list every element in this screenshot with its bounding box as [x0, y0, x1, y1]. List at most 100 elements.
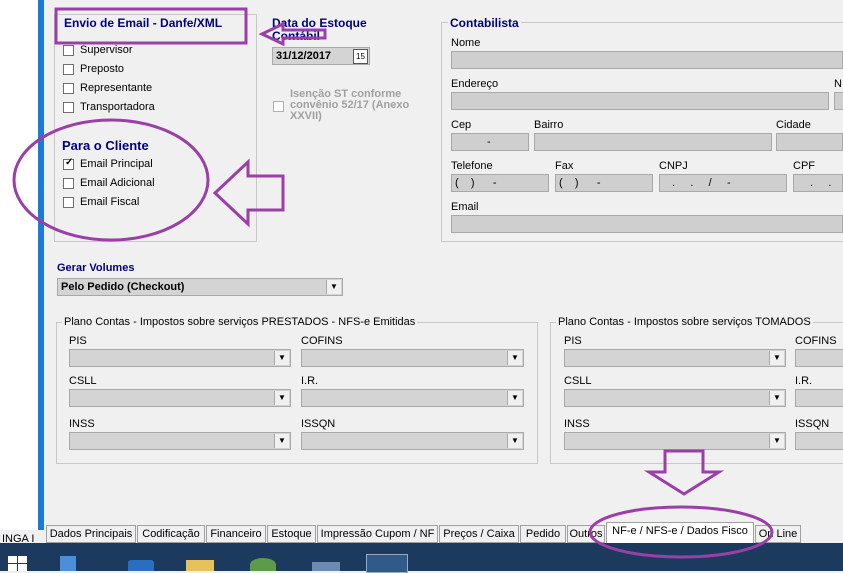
cep-mask: -	[487, 136, 491, 148]
prestados-pis-label: PIS	[69, 335, 87, 347]
telefone-label: Telefone	[451, 160, 493, 172]
tomados-inss-select[interactable]: ▼	[564, 432, 786, 450]
fax-label: Fax	[555, 160, 574, 172]
prestados-issqn-select[interactable]: ▼	[301, 432, 524, 450]
window-icon[interactable]	[312, 562, 340, 571]
endereco-field[interactable]	[451, 92, 829, 110]
tomados-ir-label: I.R.	[795, 375, 813, 387]
app-ts-icon[interactable]	[366, 554, 408, 573]
supervisor-checkbox[interactable]	[63, 45, 74, 56]
isencao-checkbox[interactable]	[273, 101, 284, 112]
estoque-date-value: 31/12/2017	[276, 50, 332, 62]
prestados-cofins-label: COFINS	[301, 335, 343, 347]
tab-outros[interactable]: Outros	[567, 525, 605, 543]
bairro-label: Bairro	[534, 119, 564, 131]
chevron-down-icon[interactable]: ▼	[507, 351, 522, 365]
email-field[interactable]	[451, 215, 843, 233]
calendar-icon[interactable]: 15	[353, 49, 368, 64]
tab-financeiro[interactable]: Financeiro	[206, 525, 266, 543]
representante-label: Representante	[80, 82, 153, 94]
tomados-inss-label: INSS	[564, 418, 590, 430]
prestados-cofins-select[interactable]: ▼	[301, 349, 524, 367]
bairro-field[interactable]	[534, 133, 772, 151]
chevron-down-icon[interactable]: ▼	[326, 280, 341, 294]
prestados-inss-label: INSS	[69, 418, 95, 430]
tab-online[interactable]: On Line	[755, 525, 801, 543]
nome-label: Nome	[451, 37, 481, 49]
taskbar-app-icon[interactable]	[60, 556, 76, 571]
estoque-label: Data do Estoque Contábil	[272, 16, 367, 43]
windows-start-icon[interactable]	[8, 556, 28, 571]
chevron-down-icon[interactable]: ▼	[769, 351, 784, 365]
numero-field[interactable]	[834, 92, 843, 110]
chevron-down-icon[interactable]: ▼	[769, 391, 784, 405]
tab-impressao-cupom[interactable]: Impressão Cupom / NF	[317, 525, 438, 543]
envio-email-title: Envio de Email - Danfe/XML	[62, 16, 225, 30]
email-adicional-checkbox[interactable]	[63, 178, 74, 189]
chevron-down-icon[interactable]: ▼	[274, 391, 289, 405]
representante-checkbox[interactable]	[63, 83, 74, 94]
chevron-down-icon[interactable]: ▼	[507, 391, 522, 405]
tab-nfe-dados-fisco[interactable]: NF-e / NFS-e / Dados Fisco	[606, 522, 754, 543]
transportadora-checkbox[interactable]	[63, 102, 74, 113]
email-adicional-label: Email Adicional	[80, 177, 155, 189]
email-fiscal-checkbox[interactable]	[63, 197, 74, 208]
tomados-pis-label: PIS	[564, 335, 582, 347]
email-principal-checkbox[interactable]	[63, 157, 74, 170]
isencao-label: Isenção ST conforme convênio 52/17 (Anex…	[290, 88, 410, 122]
nome-field[interactable]	[451, 51, 843, 69]
estoque-date-field[interactable]: 31/12/2017 15	[272, 47, 370, 65]
contabilista-title: Contabilista	[448, 16, 521, 30]
network-icon[interactable]	[250, 558, 276, 571]
numero-label: N	[834, 78, 842, 90]
tab-estoque[interactable]: Estoque	[267, 525, 316, 543]
left-strip: INGA I	[0, 0, 38, 545]
tomados-ir-select[interactable]	[795, 389, 843, 407]
preposto-checkbox[interactable]	[63, 64, 74, 75]
nfe-panel: Envio de Email - Danfe/XML Supervisor Pr…	[44, 0, 843, 522]
tab-pedido[interactable]: Pedido	[520, 525, 566, 543]
cnpj-mask: . . / -	[672, 177, 731, 189]
tab-codificacao[interactable]: Codificação	[137, 525, 205, 543]
tomados-cofins-select[interactable]	[795, 349, 843, 367]
prestados-csll-select[interactable]: ▼	[69, 389, 291, 407]
cpf-field[interactable]: . . -	[793, 174, 843, 192]
tomados-issqn-select[interactable]	[795, 432, 843, 450]
fax-field[interactable]: ( ) -	[555, 174, 653, 192]
prestados-csll-label: CSLL	[69, 375, 97, 387]
chevron-down-icon[interactable]: ▼	[274, 434, 289, 448]
prestados-ir-label: I.R.	[301, 375, 319, 387]
para-cliente-title: Para o Cliente	[62, 138, 149, 153]
taskbar	[0, 543, 843, 571]
email-principal-label: Email Principal	[80, 158, 153, 170]
prestados-ir-select[interactable]: ▼	[301, 389, 524, 407]
fax-mask: ( ) -	[559, 177, 601, 189]
folder-icon[interactable]	[186, 560, 214, 571]
chevron-down-icon[interactable]: ▼	[274, 351, 289, 365]
tab-dados-principais[interactable]: Dados Principais	[46, 525, 136, 543]
preposto-label: Preposto	[80, 63, 125, 75]
endereco-label: Endereço	[451, 78, 499, 90]
chevron-down-icon[interactable]: ▼	[769, 434, 784, 448]
tab-precos-caixa[interactable]: Preços / Caixa	[439, 525, 519, 543]
cnpj-label: CNPJ	[659, 160, 688, 172]
gerar-volumes-select[interactable]: Pelo Pedido (Checkout) ▼	[57, 278, 343, 296]
gerar-volumes-label: Gerar Volumes	[57, 262, 135, 274]
cnpj-field[interactable]: . . / -	[659, 174, 787, 192]
prestados-title: Plano Contas - Impostos sobre serviços P…	[62, 316, 418, 328]
chevron-down-icon[interactable]: ▼	[507, 434, 522, 448]
prestados-pis-select[interactable]: ▼	[69, 349, 291, 367]
transportadora-label: Transportadora	[80, 101, 155, 113]
prestados-inss-select[interactable]: ▼	[69, 432, 291, 450]
supervisor-label: Supervisor	[80, 44, 133, 56]
powershell-icon[interactable]	[128, 560, 154, 571]
telefone-field[interactable]: ( ) -	[451, 174, 549, 192]
cep-field[interactable]: -	[451, 133, 529, 151]
tomados-pis-select[interactable]: ▼	[564, 349, 786, 367]
tomados-csll-select[interactable]: ▼	[564, 389, 786, 407]
tomados-csll-label: CSLL	[564, 375, 592, 387]
cidade-field[interactable]	[776, 133, 843, 151]
cpf-label: CPF	[793, 160, 815, 172]
email-fiscal-label: Email Fiscal	[80, 196, 140, 208]
tomados-title: Plano Contas - Impostos sobre serviços T…	[556, 316, 813, 328]
